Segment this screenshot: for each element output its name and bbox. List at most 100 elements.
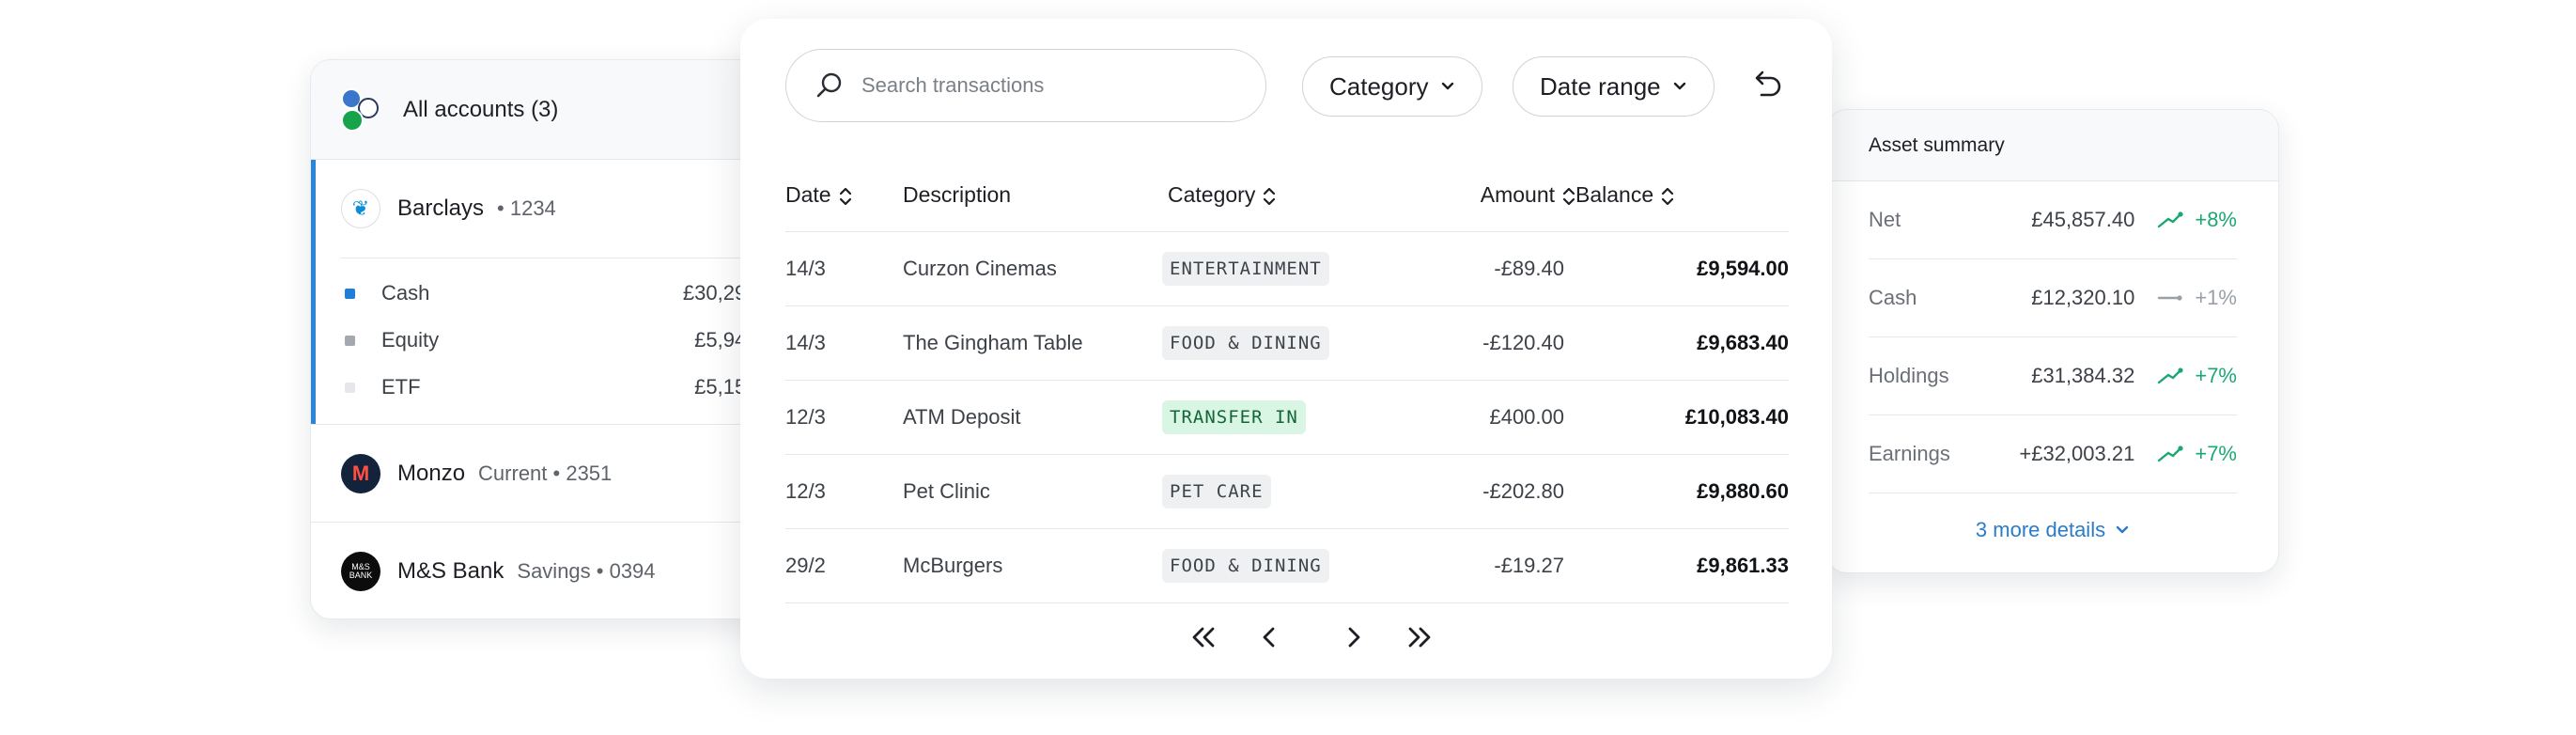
category-tag[interactable]: FOOD & DINING [1162,325,1329,360]
pagination [1171,617,1452,658]
column-header-description: Description [903,160,1168,232]
previous-page-button[interactable] [1236,617,1302,658]
table-row[interactable]: 12/3 ATM Deposit TRANSFER IN £400.00 £10… [785,380,1789,455]
category-tag[interactable]: PET CARE [1162,474,1271,508]
asset-summary-title: Asset summary [1827,110,2278,181]
subaccount-etf[interactable]: ETF £5,154.67 [341,364,786,411]
tx-amount: -£120.40 [1384,305,1575,381]
category-tag[interactable]: ENTERTAINMENT [1162,251,1329,286]
tx-date: 29/2 [785,528,903,603]
tx-description: Pet Clinic [903,454,1168,529]
category-filter-label: Category [1329,71,1429,101]
bank-account-number: Savings • 0394 [517,559,656,583]
column-label: Description [903,182,1012,208]
all-accounts-title: All accounts (3) [403,96,559,122]
tx-amount: £400.00 [1384,380,1575,455]
asset-label: Cash [1869,286,1917,309]
asset-row-holdings: Holdings £31,384.32 +7% [1869,337,2237,415]
ms-bank-icon: M&S BANK [341,552,380,591]
subaccount-name: Cash [381,281,430,305]
date-range-filter-label: Date range [1540,71,1661,101]
trend-up-icon [2158,446,2183,462]
category-filter-button[interactable]: Category [1302,56,1482,117]
asset-value: £31,384.32 [2031,364,2135,387]
category-tag[interactable]: TRANSFER IN [1162,399,1306,434]
asset-change: +8% [2195,208,2237,231]
search-box[interactable] [785,49,1266,122]
tx-amount: -£89.40 [1384,231,1575,306]
etf-color-dot [345,382,355,393]
sort-icon [839,188,851,206]
double-chevron-right-icon [1408,627,1431,648]
tx-description: The Gingham Table [903,305,1168,381]
tx-balance: £9,861.33 [1575,528,1789,603]
subaccount-name: ETF [381,375,421,399]
table-row[interactable]: 12/3 Pet Clinic PET CARE -£202.80 £9,880… [785,454,1789,529]
first-page-button[interactable] [1171,617,1236,658]
tx-category-cell: FOOD & DINING [1162,528,1384,603]
tx-category-cell: TRANSFER IN [1162,380,1384,455]
asset-label: Net [1869,208,1901,231]
tx-amount: -£19.27 [1384,528,1575,603]
asset-summary-card: Asset summary Net £45,857.40 +8% Cash £1… [1826,109,2279,573]
sort-icon [1562,188,1575,206]
reset-filters-button[interactable] [1746,66,1787,107]
bank-name: M&S Bank [397,558,504,584]
asset-row-earnings: Earnings +£32,003.21 +7% [1869,415,2237,493]
tx-description: ATM Deposit [903,380,1168,455]
asset-label: Earnings [1869,442,1950,465]
bank-account-number: • 1234 [497,196,556,220]
transactions-table: Date Description Category Amount Balance… [785,160,1789,603]
tx-date: 12/3 [785,380,903,455]
next-page-button[interactable] [1321,617,1387,658]
tx-balance: £9,683.40 [1575,305,1789,381]
double-chevron-left-icon [1192,627,1215,648]
equity-color-dot [345,335,355,346]
tx-amount: -£202.80 [1384,454,1575,529]
trend-up-icon [2158,211,2183,228]
category-tag[interactable]: FOOD & DINING [1162,548,1329,583]
bank-name: Barclays [397,195,485,221]
table-row[interactable]: 29/2 McBurgers FOOD & DINING -£19.27 £9,… [785,528,1789,603]
chevron-left-icon [1263,627,1275,648]
asset-change: +7% [2195,442,2237,465]
subaccount-cash[interactable]: Cash £30,293.94 [341,270,786,317]
transactions-card: Category Date range Date Description Cat… [740,19,1832,679]
asset-change: +7% [2195,364,2237,387]
asset-value: +£32,003.21 [2019,442,2135,465]
tx-balance: £9,880.60 [1575,454,1789,529]
date-range-filter-button[interactable]: Date range [1513,56,1715,117]
subaccount-equity[interactable]: Equity £5,943.39 [341,317,786,364]
more-details-link[interactable]: 3 more details [1869,518,2237,542]
column-header-date[interactable]: Date [785,160,903,232]
chevron-down-icon [1673,82,1685,90]
sort-icon [1264,188,1276,206]
tx-balance: £10,083.40 [1575,380,1789,455]
table-row[interactable]: 14/3 The Gingham Table FOOD & DINING -£1… [785,305,1789,381]
subaccount-list: Cash £30,293.94 Equity £5,943.39 ETF £5,… [341,258,786,424]
asset-change: +1% [2195,286,2237,309]
tx-date: 14/3 [785,305,903,381]
search-icon [816,72,842,98]
tx-category-cell: PET CARE [1162,454,1384,529]
undo-icon [1755,70,1781,97]
column-header-amount[interactable]: Amount [1384,160,1575,232]
sort-icon [1662,188,1674,206]
trend-flat-icon [2158,295,2182,301]
column-header-balance[interactable]: Balance [1575,160,1789,232]
cash-color-dot [345,288,355,299]
search-input[interactable] [861,73,1218,98]
column-label: Balance [1575,182,1654,208]
last-page-button[interactable] [1387,617,1452,658]
column-label: Date [785,182,831,208]
asset-row-net: Net £45,857.40 +8% [1869,181,2237,259]
trend-up-icon [2158,368,2183,384]
column-label: Category [1168,182,1256,208]
tx-category-cell: ENTERTAINMENT [1162,231,1384,306]
table-row[interactable]: 14/3 Curzon Cinemas ENTERTAINMENT -£89.4… [785,231,1789,306]
tx-category-cell: FOOD & DINING [1162,305,1384,381]
subaccount-name: Equity [381,328,440,352]
column-header-category[interactable]: Category [1168,160,1384,232]
tx-description: McBurgers [903,528,1168,603]
chevron-down-icon [1441,82,1453,90]
